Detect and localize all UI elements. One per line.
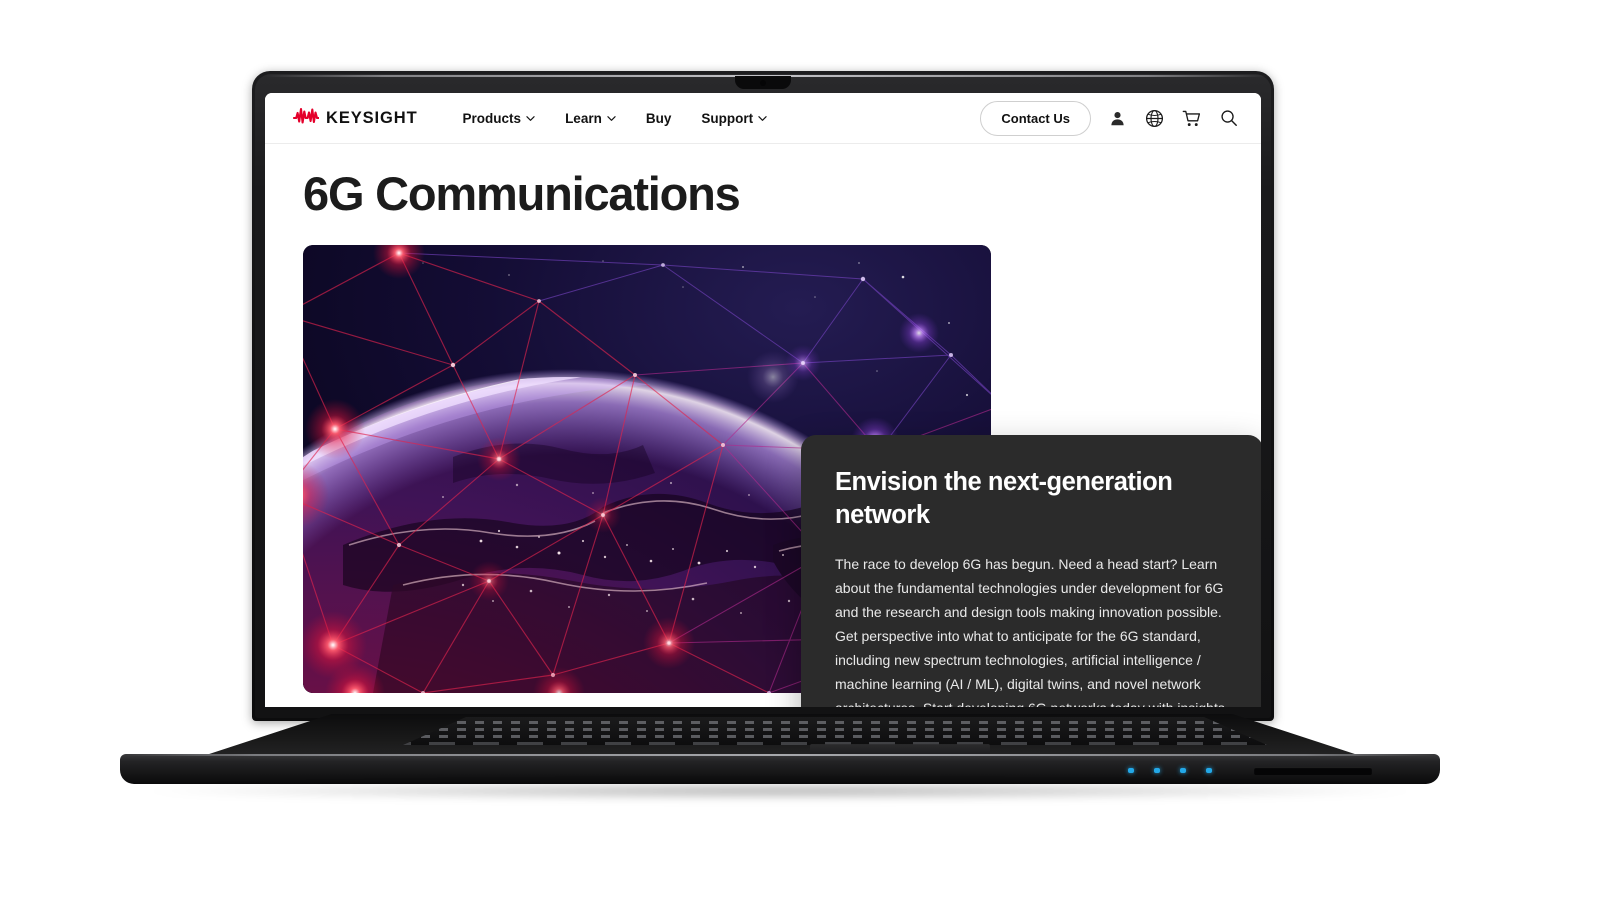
page-title: 6G Communications — [303, 169, 1231, 218]
user-account-icon[interactable] — [1107, 108, 1128, 129]
nav-item-support-label: Support — [701, 111, 753, 126]
header-actions: Contact Us — [980, 101, 1239, 136]
laptop-keyboard — [385, 717, 1285, 745]
keysight-logo[interactable]: KEYSIGHT — [293, 107, 418, 129]
laptop-base — [120, 714, 1440, 786]
status-led — [1180, 768, 1186, 773]
status-led — [1154, 768, 1160, 773]
laptop-deck — [170, 714, 1394, 758]
status-led-group — [1128, 768, 1212, 773]
search-icon[interactable] — [1218, 108, 1239, 129]
laptop-shadow — [150, 782, 1410, 800]
site-header: KEYSIGHT Products Learn — [265, 93, 1261, 144]
laptop-screen: KEYSIGHT Products Learn — [265, 93, 1261, 707]
nav-item-buy[interactable]: Buy — [646, 111, 672, 126]
chevron-down-icon — [607, 114, 616, 123]
globe-language-icon[interactable] — [1144, 108, 1165, 129]
chevron-down-icon — [526, 114, 535, 123]
status-led — [1128, 768, 1134, 773]
hero-section: Envision the next-generation network The… — [303, 245, 991, 693]
keyboard-row — [385, 721, 1285, 724]
keyboard-row — [385, 735, 1285, 738]
screenshot-stage: KEYSIGHT Products Learn — [0, 0, 1600, 900]
card-body-text: The race to develop 6G has begun. Need a… — [835, 552, 1229, 707]
card-reader-slot — [1254, 767, 1372, 775]
page-content: 6G Communications — [265, 144, 1261, 706]
nav-item-learn[interactable]: Learn — [565, 111, 616, 126]
nav-item-products-label: Products — [463, 111, 522, 126]
nav-item-learn-label: Learn — [565, 111, 602, 126]
webcam-icon — [760, 80, 766, 86]
keysight-waveform-logo-icon — [293, 107, 319, 129]
shopping-cart-icon[interactable] — [1181, 108, 1202, 129]
keysight-logo-text: KEYSIGHT — [326, 109, 418, 128]
keyboard-row — [385, 728, 1285, 731]
contact-us-button[interactable]: Contact Us — [980, 101, 1091, 136]
hero-info-card: Envision the next-generation network The… — [801, 435, 1261, 707]
nav-item-support[interactable]: Support — [701, 111, 767, 126]
webcam-notch — [735, 76, 791, 89]
status-led — [1206, 768, 1212, 773]
nav-item-products[interactable]: Products — [463, 111, 536, 126]
nav-item-buy-label: Buy — [646, 111, 672, 126]
card-heading: Envision the next-generation network — [835, 466, 1229, 531]
chevron-down-icon — [758, 114, 767, 123]
main-navigation: Products Learn B — [463, 111, 768, 126]
front-edge-highlight — [124, 754, 1436, 756]
laptop-front-edge — [120, 754, 1440, 784]
